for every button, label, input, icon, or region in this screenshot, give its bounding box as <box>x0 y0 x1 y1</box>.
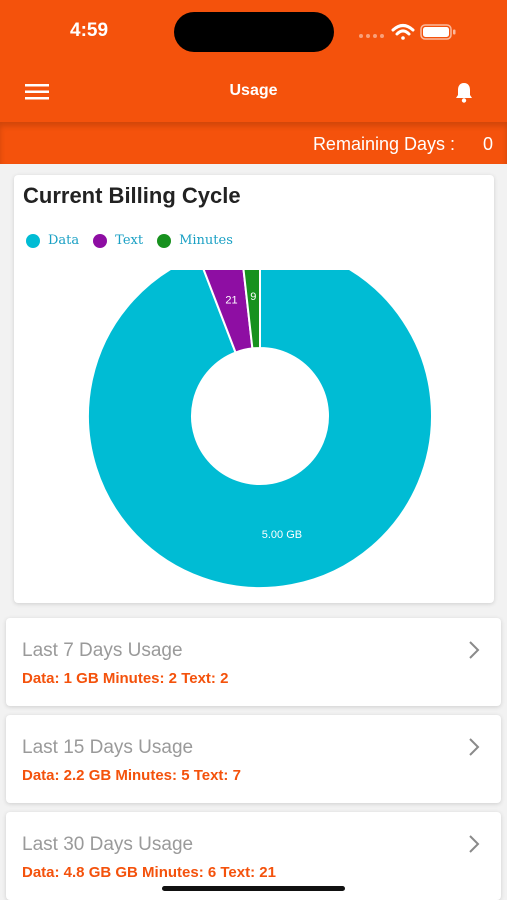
remaining-days-value: 0 <box>482 134 493 154</box>
legend-item-minutes[interactable]: Minutes <box>157 233 233 248</box>
donut-data-label: 5.00 GB <box>262 529 302 541</box>
chart-legend: Data Text Minutes <box>26 233 233 248</box>
remaining-days-bar: Remaining Days : 0 <box>0 122 507 164</box>
donut-data-label: 21 <box>225 294 237 306</box>
usage-card-7-days[interactable]: Last 7 Days Usage Data: 1 GB Minutes: 2 … <box>6 618 501 706</box>
status-time: 4:59 <box>70 20 109 41</box>
donut-data-label: 9 <box>250 291 256 303</box>
remaining-days-label: Remaining Days : <box>312 134 455 154</box>
usage-title: Last 7 Days Usage <box>22 640 183 661</box>
home-indicator <box>162 886 345 891</box>
legend-label: Data <box>48 233 80 248</box>
usage-detail: Data: 4.8 GB GB Minutes: 6 Text: 21 <box>22 864 276 881</box>
dynamic-island <box>174 12 334 52</box>
usage-title: Last 15 Days Usage <box>22 737 194 758</box>
legend-item-data[interactable]: Data <box>26 233 79 248</box>
status-icons <box>359 24 456 40</box>
legend-dot <box>157 233 172 248</box>
battery-icon <box>420 24 456 40</box>
legend-label: Minutes <box>179 233 233 248</box>
chevron-right-icon <box>469 835 480 853</box>
usage-card-15-days[interactable]: Last 15 Days Usage Data: 2.2 GB Minutes:… <box>6 715 501 803</box>
page-title: Usage <box>229 82 278 99</box>
signal-icon <box>359 34 384 38</box>
chevron-right-icon <box>469 738 480 756</box>
usage-title: Last 30 Days Usage <box>22 834 194 855</box>
legend-label: Text <box>115 233 144 248</box>
usage-detail: Data: 1 GB Minutes: 2 Text: 2 <box>22 670 229 687</box>
wifi-icon <box>391 24 415 40</box>
legend-item-text[interactable]: Text <box>93 233 143 248</box>
billing-cycle-card: Current Billing Cycle Data Text Minutes … <box>14 175 494 603</box>
billing-cycle-title: Current Billing Cycle <box>23 183 241 208</box>
bell-icon[interactable] <box>453 80 475 104</box>
app-header: 4:59 Usage <box>0 0 507 122</box>
usage-donut-chart: 5.00 GB 21 9 <box>87 270 433 589</box>
usage-detail: Data: 2.2 GB Minutes: 5 Text: 7 <box>22 767 241 784</box>
legend-dot <box>93 233 108 248</box>
chevron-right-icon <box>469 641 480 659</box>
legend-dot <box>26 233 40 248</box>
